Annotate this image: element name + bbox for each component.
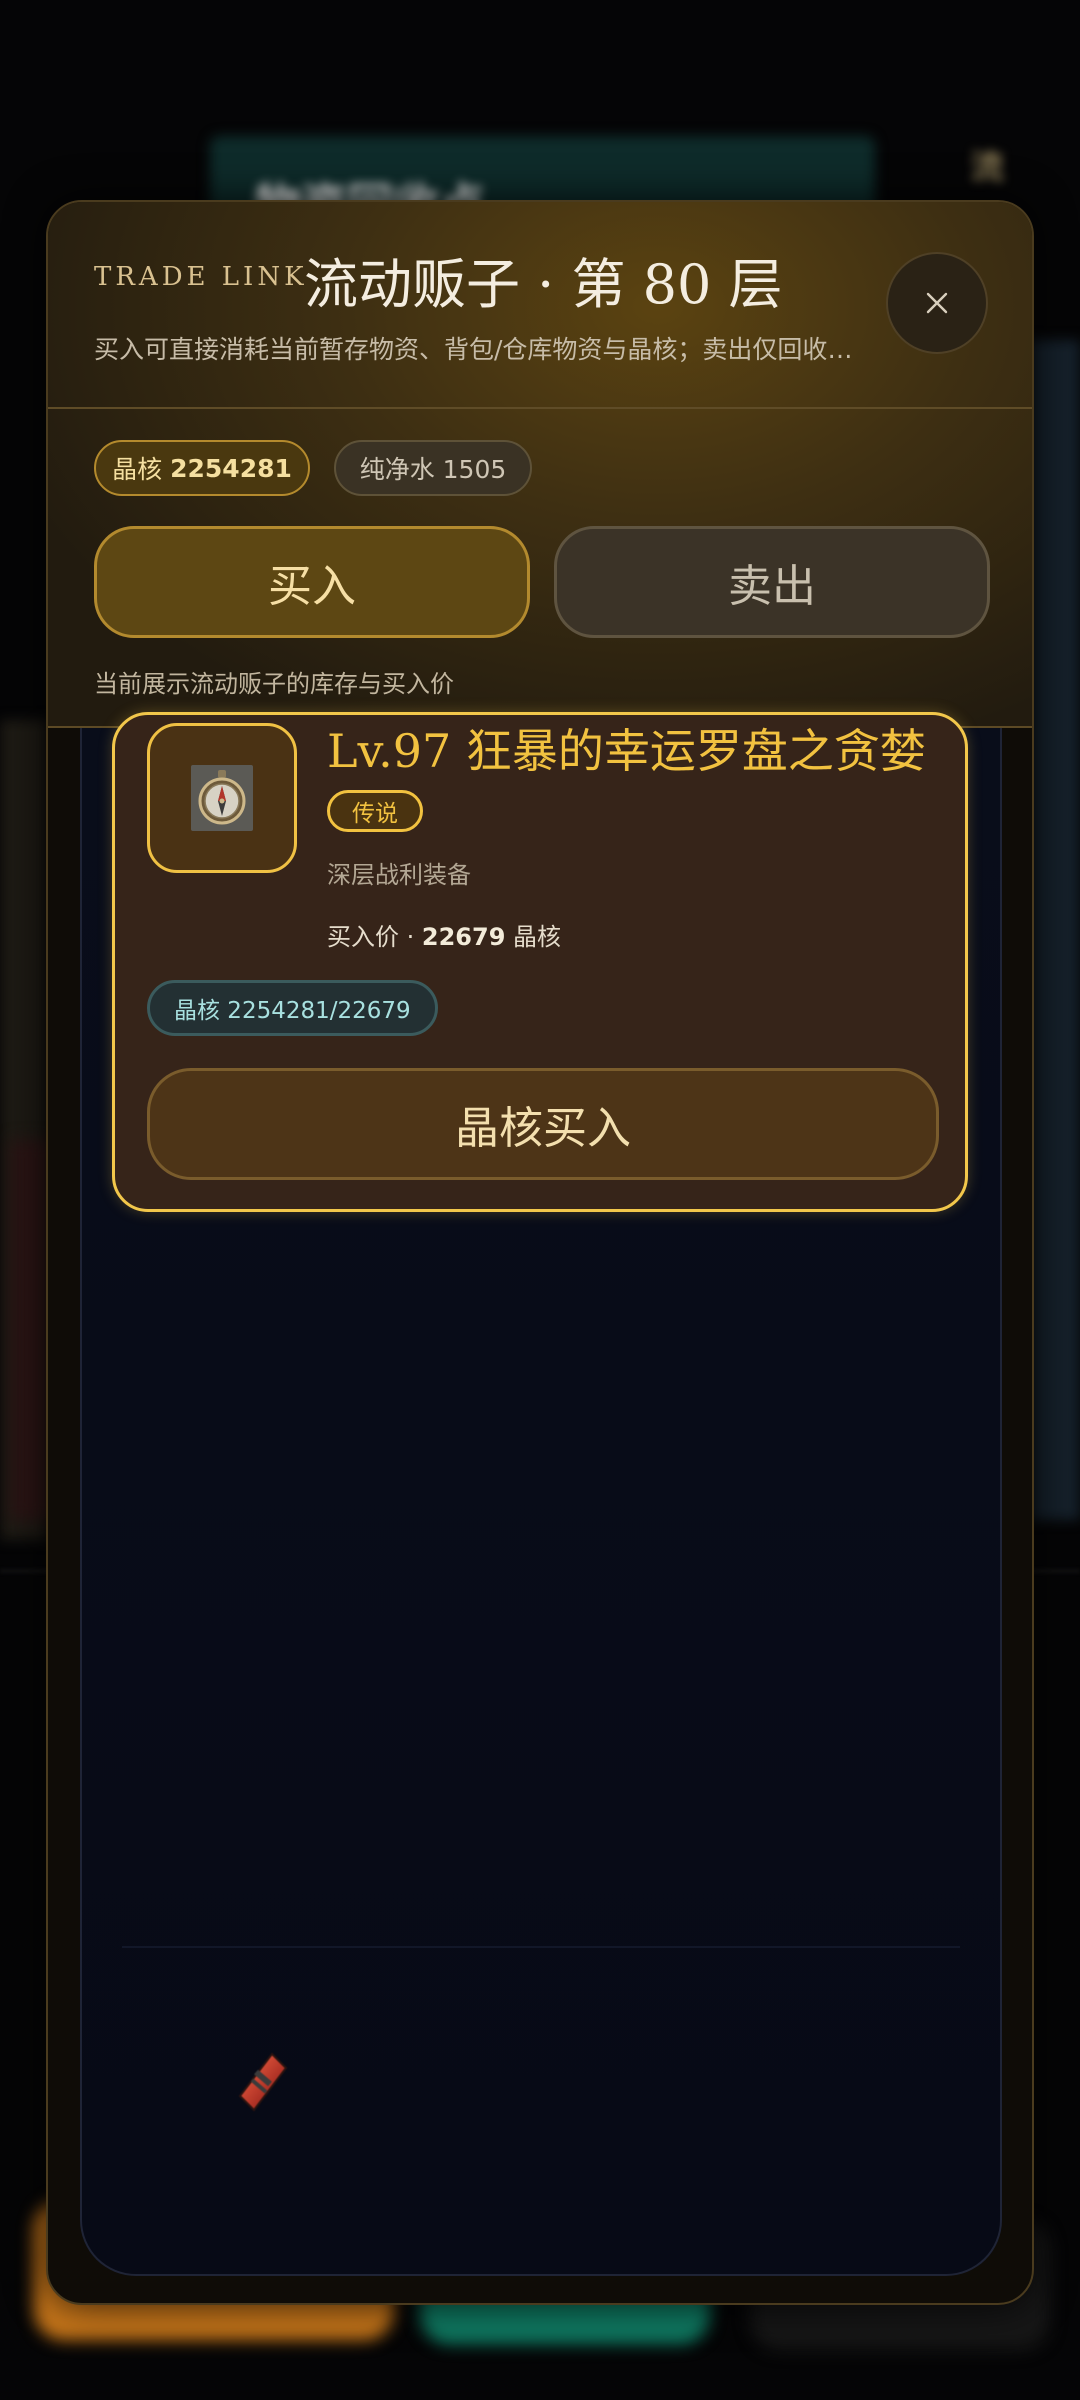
- price-prefix: 买入价 ·: [327, 923, 422, 951]
- background-left-strip-red: [10, 1140, 50, 1520]
- modal-title: 流动贩子 · 第 80 层: [304, 253, 783, 316]
- core-buy-button-label: 晶核买入: [455, 1103, 631, 1154]
- modal-description: 买入可直接消耗当前暂存物资、背包/仓库物资与晶核；卖出仅回收当前…: [94, 335, 874, 364]
- water-balance-text: 纯净水 1505: [359, 455, 507, 484]
- red-crystal-icon: [226, 2046, 298, 2118]
- tab-buy[interactable]: 买入: [94, 526, 530, 638]
- tab-buy-label: 买入: [268, 561, 356, 612]
- price-value: 22679: [421, 923, 506, 951]
- tab-sell[interactable]: 卖出: [554, 526, 990, 638]
- list-separator: [122, 1946, 960, 1948]
- item-name: Lv.97 狂暴的幸运罗盘之贪婪: [327, 724, 926, 778]
- close-icon: [926, 292, 948, 314]
- inventory-note: 当前展示流动贩子的库存与买入价: [94, 670, 454, 698]
- item-card[interactable]: Lv.97 狂暴的幸运罗盘之贪婪 传说 深层战利装备 买入价 · 22679 晶…: [112, 712, 968, 1212]
- header-divider: [48, 407, 1032, 409]
- water-balance-chip: 纯净水 1505: [334, 440, 532, 496]
- tab-sell-label: 卖出: [728, 561, 816, 612]
- modal-header: TRADE LINK 流动贩子 · 第 80 层 买入可直接消耗当前暂存物资、背…: [48, 202, 1032, 728]
- core-requirement-chip: 晶核 2254281/22679: [147, 980, 438, 1036]
- background-right-strip: [1030, 340, 1080, 1520]
- item-type: 深层战利装备: [327, 861, 471, 889]
- rarity-badge: 传说: [327, 790, 423, 832]
- core-balance-label: 晶核: [112, 455, 163, 484]
- trade-modal: TRADE LINK 流动贩子 · 第 80 层 买入可直接消耗当前暂存物资、背…: [46, 200, 1034, 2305]
- core-balance-value: 2254281: [170, 453, 292, 483]
- item-price: 买入价 · 22679 晶核: [327, 917, 561, 952]
- item-thumbnail: [147, 723, 297, 873]
- close-button[interactable]: [886, 252, 988, 354]
- core-buy-button[interactable]: 晶核买入: [147, 1068, 939, 1180]
- price-unit: 晶核: [505, 923, 562, 951]
- core-balance-chip: 晶核 2254281: [94, 440, 310, 496]
- background-side-glyph: 流: [970, 148, 1004, 188]
- modal-eyebrow: TRADE LINK: [94, 262, 308, 292]
- compass-icon: [191, 765, 253, 831]
